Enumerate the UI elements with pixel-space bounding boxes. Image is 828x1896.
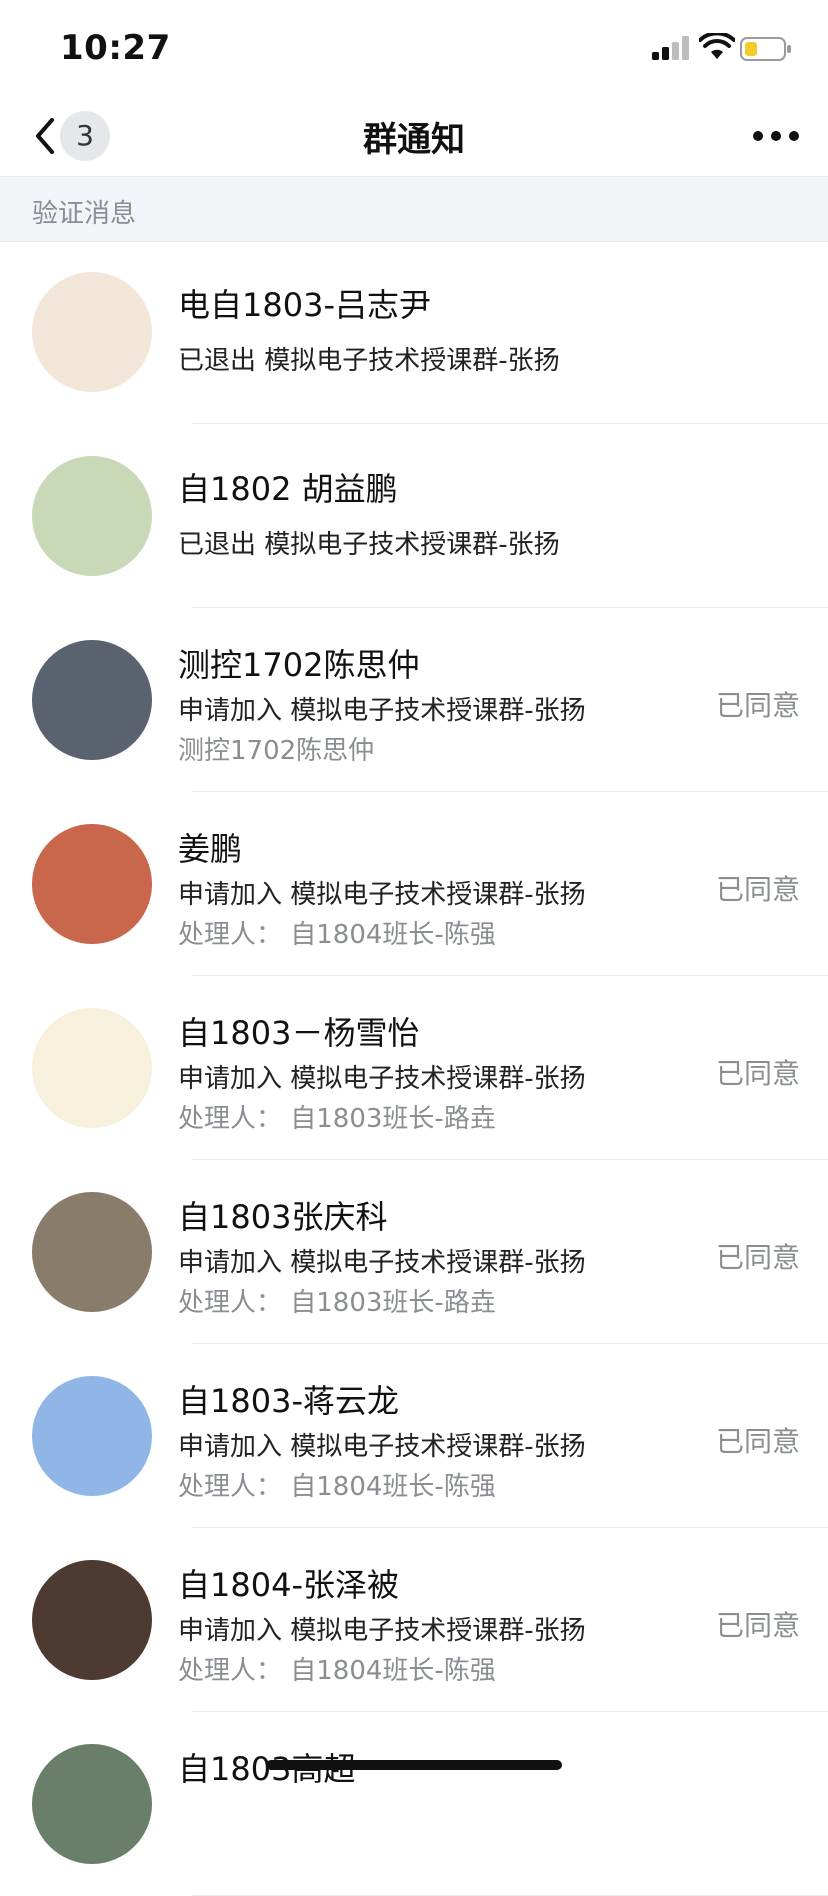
more-icon[interactable]	[752, 124, 800, 148]
notification-name: 测控1702陈思仲	[178, 646, 420, 684]
cellular-signal-icon	[652, 36, 689, 60]
notification-detail: 处理人： 自1803班长-路垚	[178, 1288, 496, 1318]
notification-list: 电自1803-吕志尹 已退出 模拟电子技术授课群-张扬 自1802 胡益鹏 已退出 模…	[0, 240, 828, 1896]
notification-name: 姜鹏	[178, 830, 243, 868]
notification-row[interactable]: 姜鹏申请加入 模拟电子技术授课群-张扬 处理人： 自1804班长-陈强 已同意	[0, 792, 828, 976]
approval-status: 已同意	[715, 1241, 800, 1274]
approval-status: 已同意	[715, 689, 800, 722]
notification-action: 已退出 模拟电子技术授课群-张扬	[178, 530, 560, 560]
notification-name: 自1803张庆科	[178, 1198, 388, 1236]
avatar[interactable]	[32, 1376, 152, 1496]
notification-action: 申请加入 模拟电子技术授课群-张扬	[178, 696, 586, 726]
avatar[interactable]	[32, 1744, 152, 1864]
notification-row[interactable]: 电自1803-吕志尹已退出 模拟电子技术授课群-张扬	[0, 240, 828, 424]
approval-status: 已同意	[715, 1609, 800, 1642]
battery-low-icon	[740, 37, 791, 61]
status-bar: 10:27	[0, 0, 828, 96]
notification-row[interactable]: 自1803－杨雪怡申请加入 模拟电子技术授课群-张扬 处理人： 自1803班长-路…	[0, 976, 828, 1160]
notification-row[interactable]: 自1804-张泽被申请加入 模拟电子技术授课群-张扬 处理人： 自1804班长-陈…	[0, 1528, 828, 1712]
nav-bar: 3 群通知	[0, 96, 828, 176]
wifi-icon	[699, 33, 735, 59]
approval-status: 已同意	[715, 873, 800, 906]
notification-action: 申请加入 模拟电子技术授课群-张扬	[178, 880, 586, 910]
notification-row[interactable]: 自1803张庆科申请加入 模拟电子技术授课群-张扬 处理人： 自1803班长-路垚…	[0, 1160, 828, 1344]
home-indicator	[266, 1760, 562, 1770]
notification-row[interactable]: 自1803高超	[0, 1712, 828, 1896]
notification-name: 自1802 胡益鹏	[178, 470, 398, 508]
avatar[interactable]	[32, 640, 152, 760]
notification-action: 已退出 模拟电子技术授课群-张扬	[178, 346, 560, 376]
notification-action: 申请加入 模拟电子技术授课群-张扬	[178, 1064, 586, 1094]
notification-name: 自1803-蒋云龙	[178, 1382, 399, 1420]
notification-row[interactable]: 自1803-蒋云龙申请加入 模拟电子技术授课群-张扬 处理人： 自1804班长-陈…	[0, 1344, 828, 1528]
avatar[interactable]	[32, 456, 152, 576]
avatar[interactable]	[32, 272, 152, 392]
section-header: 验证消息	[0, 176, 828, 242]
notification-row[interactable]: 测控1702陈思仲 申请加入 模拟电子技术授课群-张扬 测控1702陈思仲 已同意	[0, 608, 828, 792]
notification-action: 申请加入 模拟电子技术授课群-张扬	[178, 1248, 586, 1278]
notification-name: 自1803－杨雪怡	[178, 1014, 420, 1052]
notification-detail: 处理人： 自1804班长-陈强	[178, 1656, 496, 1686]
approval-status: 已同意	[715, 1057, 800, 1090]
avatar[interactable]	[32, 1192, 152, 1312]
notification-detail: 测控1702陈思仲	[178, 736, 375, 766]
notification-action: 申请加入 模拟电子技术授课群-张扬	[178, 1432, 586, 1462]
avatar[interactable]	[32, 1008, 152, 1128]
status-time: 10:27	[60, 28, 171, 68]
approval-status: 已同意	[715, 1425, 800, 1458]
section-header-label: 验证消息	[32, 199, 137, 229]
notification-detail: 处理人： 自1804班长-陈强	[178, 920, 496, 950]
notification-name: 自1804-张泽被	[178, 1566, 399, 1604]
notification-detail: 处理人： 自1804班长-陈强	[178, 1472, 496, 1502]
notification-action: 申请加入 模拟电子技术授课群-张扬	[178, 1616, 586, 1646]
avatar[interactable]	[32, 824, 152, 944]
avatar[interactable]	[32, 1560, 152, 1680]
page-title: 群通知	[363, 120, 465, 160]
notification-detail: 处理人： 自1803班长-路垚	[178, 1104, 496, 1134]
notification-name: 电自1803-吕志尹	[178, 286, 431, 324]
notification-row[interactable]: 自1802 胡益鹏已退出 模拟电子技术授课群-张扬	[0, 424, 828, 608]
